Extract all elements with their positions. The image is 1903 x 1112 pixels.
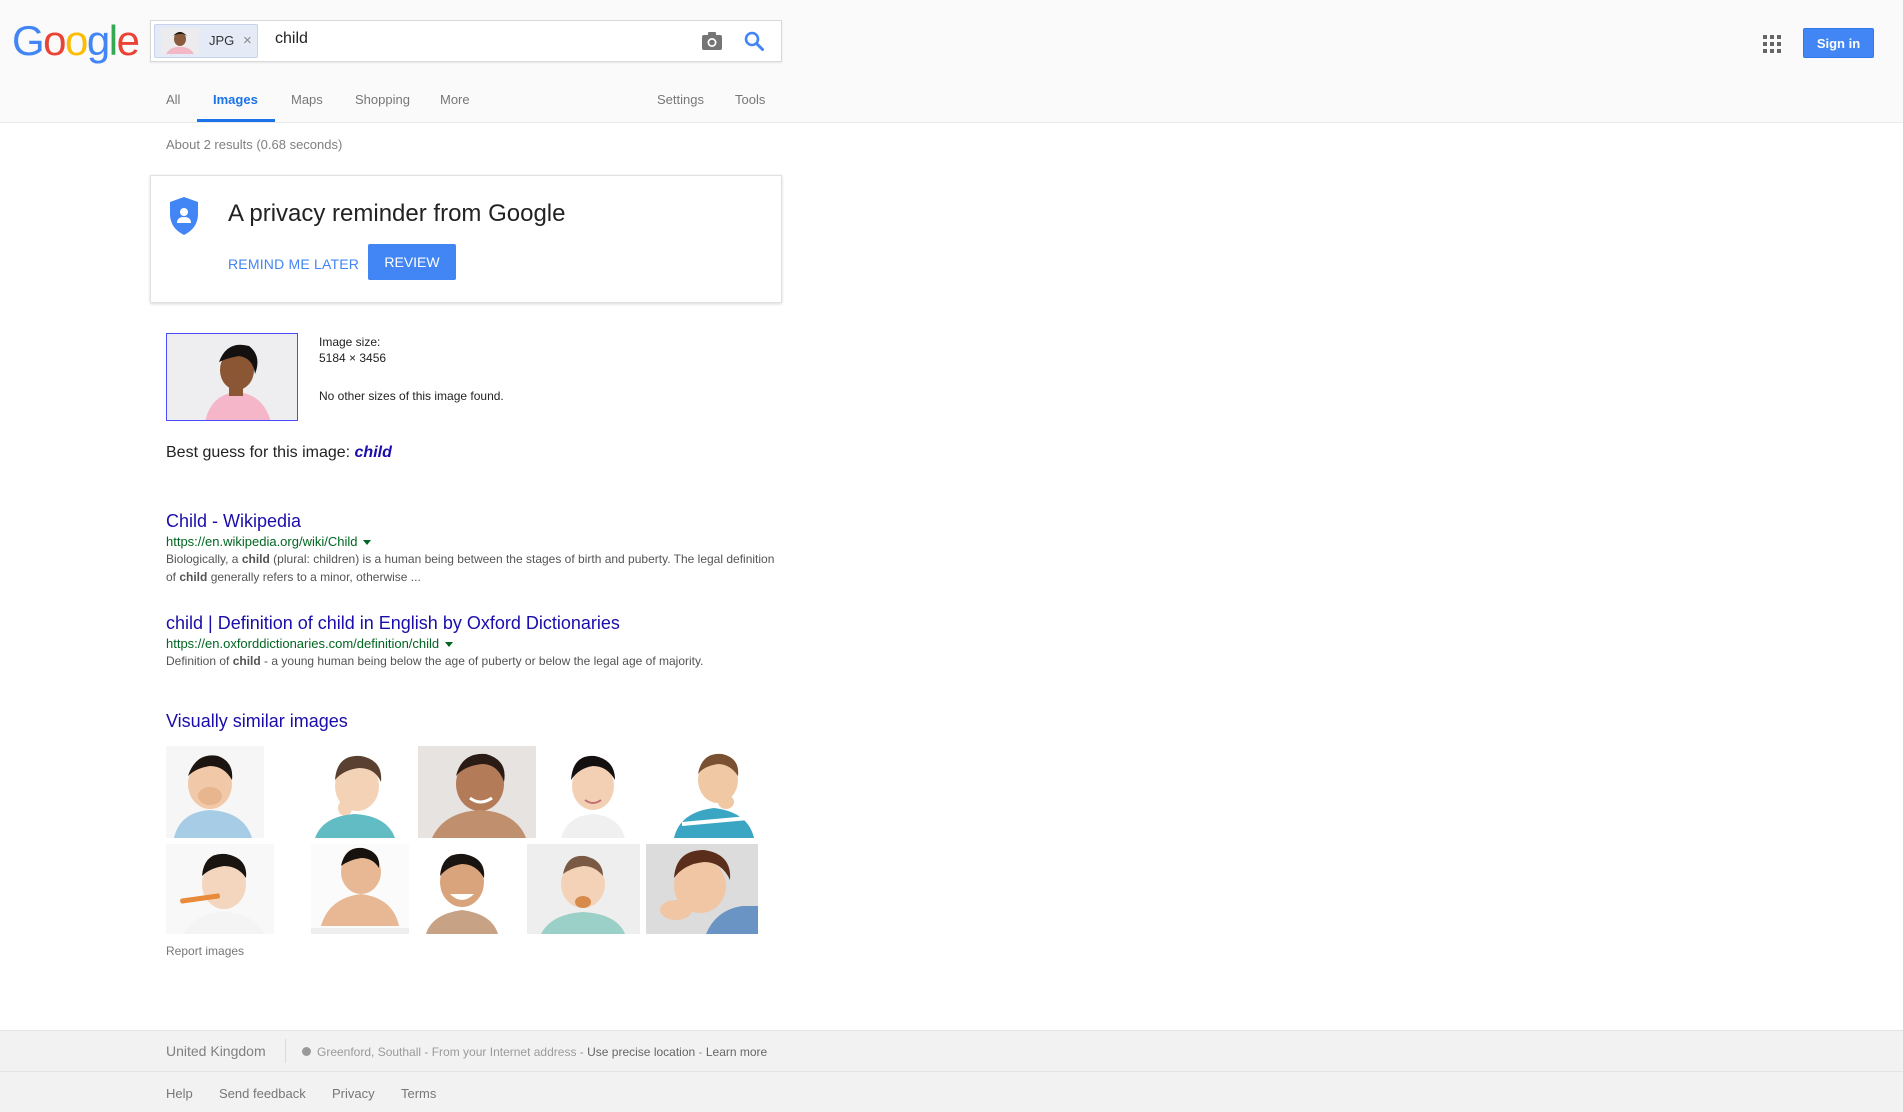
footer-terms-link[interactable]: Terms <box>401 1086 436 1101</box>
similar-image[interactable] <box>418 844 504 934</box>
url-dropdown-icon[interactable] <box>445 642 454 648</box>
similar-image[interactable] <box>305 746 403 838</box>
result-snippet: Definition of child - a young human bein… <box>166 652 786 670</box>
google-logo[interactable]: Google <box>12 16 140 66</box>
remind-me-later-button[interactable]: REMIND ME LATER <box>228 256 359 272</box>
similar-image[interactable] <box>166 746 264 838</box>
query-image-thumbnail[interactable] <box>166 333 298 421</box>
no-other-sizes-text: No other sizes of this image found. <box>319 389 504 403</box>
visually-similar-title[interactable]: Visually similar images <box>166 711 348 732</box>
search-input[interactable] <box>275 30 575 48</box>
search-result: child | Definition of child in English b… <box>166 613 786 670</box>
best-guess: Best guess for this image: child <box>166 444 392 462</box>
active-tab-indicator <box>197 119 275 122</box>
image-size-label: Image size: <box>319 335 381 349</box>
snippet-text: - a young human being below the age of p… <box>260 654 704 668</box>
snippet-text: Biologically, a <box>166 552 242 566</box>
footer-location: Greenford, Southall - From your Internet… <box>317 1045 767 1059</box>
location-separator: - <box>695 1045 706 1059</box>
location-name: Greenford, Southall <box>317 1045 422 1059</box>
result-url-text[interactable]: https://en.oxforddictionaries.com/defini… <box>166 636 439 651</box>
chip-close-icon[interactable]: × <box>243 32 252 49</box>
tab-tools[interactable]: Tools <box>735 92 765 107</box>
privacy-title: A privacy reminder from Google <box>228 200 566 227</box>
footer-help-link[interactable]: Help <box>166 1086 193 1101</box>
tab-all[interactable]: All <box>166 92 180 107</box>
similar-image[interactable] <box>166 844 274 934</box>
result-stats: About 2 results (0.68 seconds) <box>166 137 343 152</box>
footer-privacy-link[interactable]: Privacy <box>332 1086 375 1101</box>
footer-country: United Kingdom <box>166 1043 266 1059</box>
similar-image[interactable] <box>311 844 409 934</box>
best-guess-prefix: Best guess for this image: <box>166 444 355 461</box>
result-snippet: Biologically, a child (plural: children)… <box>166 550 786 586</box>
location-suffix: - From your Internet address - <box>421 1045 588 1059</box>
result-title-link[interactable]: Child - Wikipedia <box>166 511 786 532</box>
chip-thumbnail <box>161 28 199 54</box>
result-url: https://en.oxforddictionaries.com/defini… <box>166 636 786 651</box>
header: Google JPG × child Sign in All Images Ma… <box>0 0 1903 123</box>
search-result: Child - Wikipedia https://en.wikipedia.o… <box>166 511 786 586</box>
footer-location-bar: United Kingdom Greenford, Southall - Fro… <box>0 1030 1903 1071</box>
review-button[interactable]: REVIEW <box>368 244 456 280</box>
shield-icon <box>170 197 198 235</box>
footer-divider <box>285 1039 286 1063</box>
snippet-highlight: child <box>179 570 208 584</box>
similar-image[interactable] <box>646 844 758 934</box>
footer-links-bar: Help Send feedback Privacy Terms <box>0 1071 1903 1112</box>
search-icon[interactable] <box>743 30 765 52</box>
chip-file-type: JPG <box>209 33 235 48</box>
camera-icon[interactable] <box>701 31 723 51</box>
url-dropdown-icon[interactable] <box>363 540 372 546</box>
snippet-highlight: child <box>232 654 261 668</box>
tab-settings[interactable]: Settings <box>657 92 704 107</box>
snippet-text: Definition of <box>166 654 233 668</box>
similar-image[interactable] <box>418 746 536 838</box>
learn-more-link[interactable]: Learn more <box>706 1045 767 1059</box>
result-title-link[interactable]: child | Definition of child in English b… <box>166 613 786 634</box>
snippet-text: generally refers to a minor, otherwise .… <box>207 570 421 584</box>
result-url-text[interactable]: https://en.wikipedia.org/wiki/Child <box>166 534 357 549</box>
sign-in-button[interactable]: Sign in <box>1803 28 1874 58</box>
apps-grid-icon[interactable] <box>1763 35 1781 53</box>
similar-image[interactable] <box>668 746 758 838</box>
tab-images[interactable]: Images <box>213 92 258 107</box>
report-images-link[interactable]: Report images <box>166 944 244 958</box>
tab-shopping[interactable]: Shopping <box>355 92 410 107</box>
privacy-reminder-card: A privacy reminder from Google REMIND ME… <box>150 175 782 303</box>
similar-image[interactable] <box>527 844 640 934</box>
footer-send-feedback-link[interactable]: Send feedback <box>219 1086 306 1101</box>
tab-more[interactable]: More <box>440 92 470 107</box>
similar-image[interactable] <box>555 746 631 838</box>
result-url: https://en.wikipedia.org/wiki/Child <box>166 534 786 549</box>
snippet-highlight: child <box>241 552 270 566</box>
use-precise-location-link[interactable]: Use precise location <box>587 1045 695 1059</box>
search-image-chip[interactable]: JPG × <box>154 24 258 58</box>
image-size-value: 5184 × 3456 <box>319 351 387 365</box>
tab-maps[interactable]: Maps <box>291 92 323 107</box>
best-guess-link[interactable]: child <box>355 444 392 461</box>
location-dot-icon <box>302 1047 311 1056</box>
search-box[interactable]: JPG × <box>150 20 782 62</box>
